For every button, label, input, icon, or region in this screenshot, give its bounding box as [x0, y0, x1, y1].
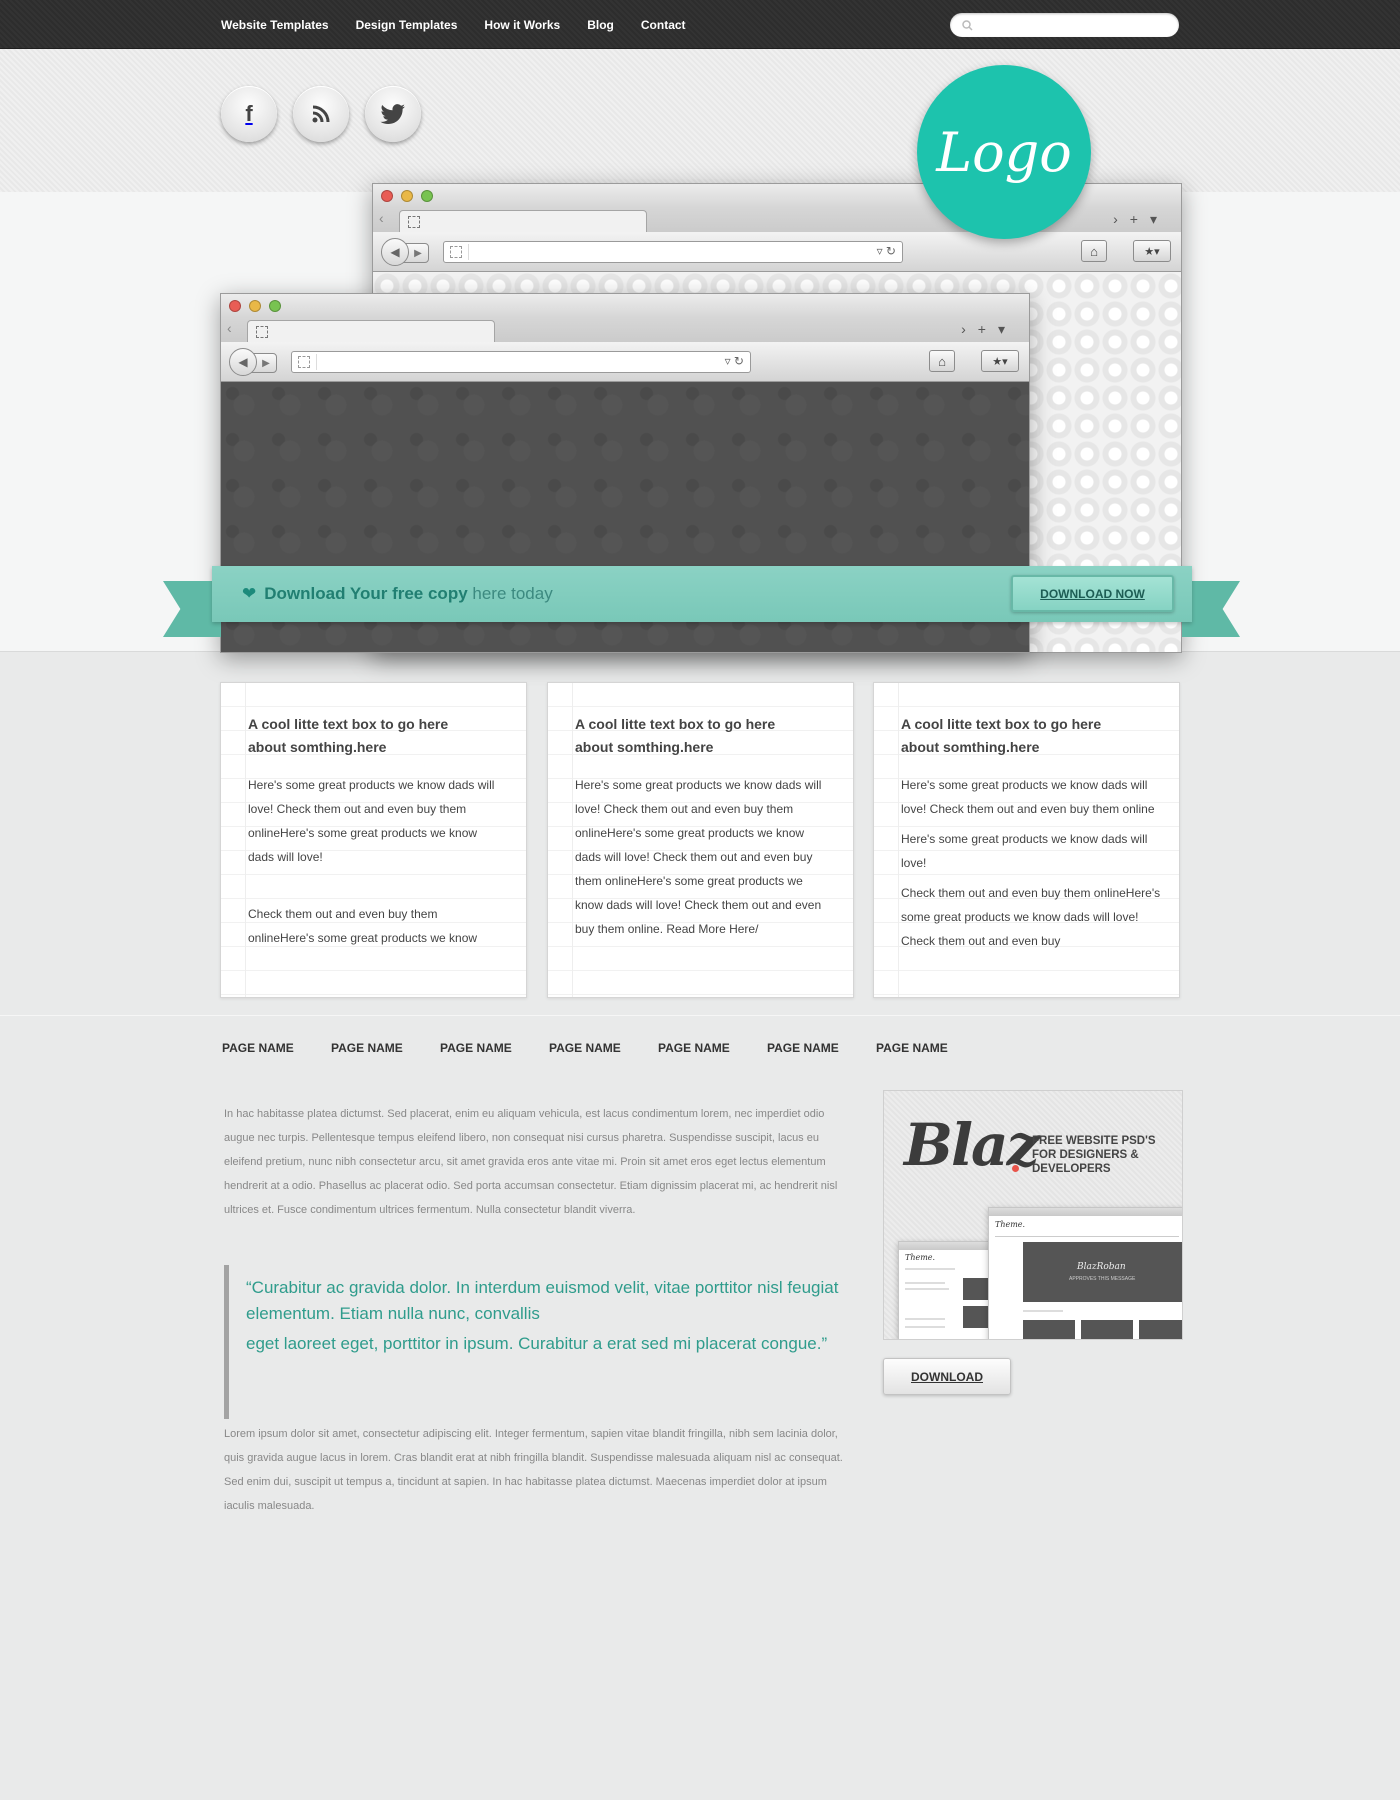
rss-icon: [312, 105, 330, 123]
logo-text: Logo: [936, 120, 1072, 184]
tab-scroll-left-icon[interactable]: ‹: [379, 210, 384, 226]
page-link[interactable]: PAGE NAME: [658, 1041, 767, 1055]
mini-brand: Theme.: [995, 1220, 1026, 1229]
card-title: A cool litte text box to go here about so…: [248, 716, 449, 755]
minimize-icon[interactable]: [401, 190, 413, 202]
search-input[interactable]: [979, 18, 1159, 32]
page-link[interactable]: PAGE NAME: [876, 1041, 985, 1055]
card-title: A cool litte text box to go here about so…: [575, 716, 776, 755]
browser-tab[interactable]: [247, 320, 495, 342]
quote-text: “Curabitur ac gravida dolor. In interdum…: [246, 1278, 839, 1323]
favicon-icon: [298, 356, 310, 368]
tab-scroll-left-icon[interactable]: ‹: [227, 320, 232, 336]
tab-controls[interactable]: ›+▾: [1113, 211, 1169, 228]
reload-icon[interactable]: ▿ ↻: [725, 354, 744, 368]
search-icon: [962, 19, 973, 31]
top-navigation-bar: Website Templates Design Templates How i…: [0, 0, 1400, 49]
ribbon-text: Download Your free copy here today: [264, 584, 553, 603]
reload-icon[interactable]: ▿ ↻: [877, 244, 896, 258]
minimize-icon[interactable]: [249, 300, 261, 312]
home-icon[interactable]: ⌂: [1081, 240, 1107, 262]
maximize-icon[interactable]: [421, 190, 433, 202]
quote-text: eget laoreet eget, porttitor in ipsum. C…: [246, 1334, 828, 1353]
bookmark-icon[interactable]: ★▾: [981, 350, 1019, 372]
browser-toolbar: ◀ ▶ ▿ ↻ ⌂ ★▾: [221, 342, 1029, 382]
home-icon[interactable]: ⌂: [929, 350, 955, 372]
card-text: Here's some great products we know dads …: [901, 778, 1155, 816]
nav-design-templates[interactable]: Design Templates: [356, 18, 458, 32]
search-box[interactable]: [950, 13, 1179, 37]
header-band: [0, 49, 1400, 192]
download-now-button[interactable]: DOWNLOAD NOW: [1011, 575, 1174, 612]
mini-brand: Theme.: [905, 1253, 936, 1262]
mini-screenshot-small: Theme.: [898, 1241, 990, 1339]
site-logo[interactable]: Logo: [917, 65, 1091, 239]
nav-blog[interactable]: Blog: [587, 18, 614, 32]
twitter-button[interactable]: [365, 86, 421, 142]
address-bar[interactable]: ▿ ↻: [291, 351, 751, 373]
rss-button[interactable]: [293, 86, 349, 142]
nav-how-it-works[interactable]: How it Works: [484, 18, 560, 32]
pull-quote: “Curabitur ac gravida dolor. In interdum…: [224, 1265, 844, 1419]
back-arrow-icon[interactable]: ◀: [381, 238, 409, 266]
page-link[interactable]: PAGE NAME: [767, 1041, 876, 1055]
facebook-button[interactable]: f: [221, 86, 277, 142]
promo-banner[interactable]: Blaz FREE WEBSITE PSD'S FOR DESIGNERS & …: [883, 1090, 1183, 1340]
mini-screenshot-large: Theme. BlazRoban APPROVES THIS MESSAGE: [988, 1207, 1182, 1339]
favicon-icon: [408, 216, 420, 228]
address-bar[interactable]: ▿ ↻: [443, 241, 903, 263]
promo-tagline: FREE WEBSITE PSD'S FOR DESIGNERS & DEVEL…: [1032, 1135, 1156, 1175]
maximize-icon[interactable]: [269, 300, 281, 312]
page-link[interactable]: PAGE NAME: [222, 1041, 331, 1055]
text-card: A cool litte text box to go here about so…: [547, 682, 854, 998]
bookmark-icon[interactable]: ★▾: [1133, 240, 1171, 262]
nav-contact[interactable]: Contact: [641, 18, 686, 32]
tab-strip: ‹ ›+▾: [221, 318, 1029, 342]
main-nav: Website Templates Design Templates How i…: [221, 0, 713, 49]
favicon-icon: [450, 246, 462, 258]
text-card: A cool litte text box to go here about so…: [873, 682, 1180, 998]
footer-page-nav: PAGE NAME PAGE NAME PAGE NAME PAGE NAME …: [222, 1041, 985, 1055]
card-text: Here's some great products we know dads …: [248, 778, 495, 864]
page-link[interactable]: PAGE NAME: [549, 1041, 658, 1055]
card-text: Here's some great products we know dads …: [575, 778, 822, 936]
facebook-icon: f: [245, 101, 253, 126]
tab-controls[interactable]: ›+▾: [961, 321, 1017, 338]
heart-icon: ❤: [242, 584, 257, 603]
card-text: Here's some great products we know dads …: [901, 832, 1148, 870]
window-titlebar: [221, 294, 1029, 318]
twitter-icon: [380, 104, 405, 124]
card-title: A cool litte text box to go here about so…: [901, 716, 1102, 755]
page-link[interactable]: PAGE NAME: [440, 1041, 549, 1055]
favicon-icon: [256, 326, 268, 338]
download-ribbon: ❤ Download Your free copy here today DOW…: [212, 566, 1192, 622]
article-outro: Lorem ipsum dolor sit amet, consectetur …: [224, 1428, 843, 1512]
page-link[interactable]: PAGE NAME: [331, 1041, 440, 1055]
back-arrow-icon[interactable]: ◀: [229, 348, 257, 376]
text-card: A cool litte text box to go here about so…: [220, 682, 527, 998]
browser-toolbar: ◀ ▶ ▿ ↻ ⌂ ★▾: [373, 232, 1181, 272]
close-icon[interactable]: [381, 190, 393, 202]
close-icon[interactable]: [229, 300, 241, 312]
card-text: Check them out and even buy them onlineH…: [901, 886, 1161, 948]
section-divider: [0, 1015, 1400, 1016]
nav-website-templates[interactable]: Website Templates: [221, 18, 329, 32]
promo-logo-dot: [1012, 1165, 1019, 1172]
download-button[interactable]: DOWNLOAD: [883, 1358, 1011, 1395]
card-text: Check them out and even buy them onlineH…: [248, 907, 478, 945]
article-intro: In hac habitasse platea dictumst. Sed pl…: [224, 1108, 838, 1216]
browser-tab[interactable]: [399, 210, 647, 232]
